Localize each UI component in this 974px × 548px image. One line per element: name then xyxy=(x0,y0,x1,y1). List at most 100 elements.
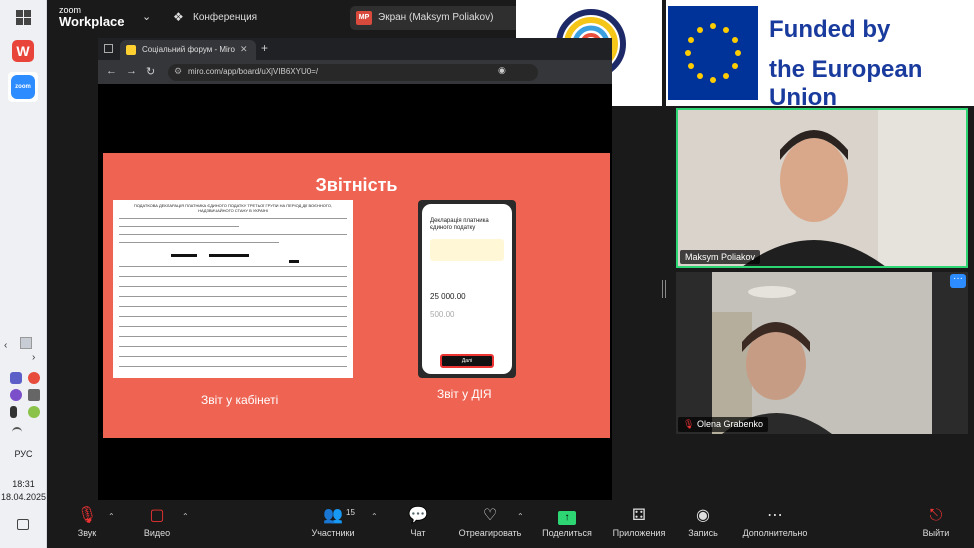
clock-time[interactable]: 18:31 xyxy=(0,479,47,489)
audio-label: Звук xyxy=(77,528,97,538)
windows-icon xyxy=(15,9,31,25)
audio-button[interactable]: 🎙 Звук xyxy=(47,506,127,538)
viber-icon[interactable] xyxy=(10,389,22,401)
participant-name: Maksym Poliakov xyxy=(680,250,761,264)
record-label: Запись xyxy=(688,528,718,538)
phone-screen: Декларація платника єдиного податку 25 0… xyxy=(422,204,512,374)
battery-icon[interactable] xyxy=(10,406,17,418)
redaction-mark xyxy=(289,260,299,263)
wps-app-button[interactable]: W xyxy=(8,36,38,66)
more-options-button[interactable]: ··· xyxy=(950,274,966,288)
browser-tab-bar: Соціальний форум - Miro ✕ + xyxy=(98,38,612,60)
video-label: Видео xyxy=(143,528,171,538)
leave-icon: ⎋ xyxy=(929,507,943,524)
doc-rule xyxy=(119,266,347,267)
participant-tile[interactable]: ··· 🎙 Olena Grabenko xyxy=(676,272,968,434)
volume-icon[interactable] xyxy=(28,389,40,401)
chat-label: Чат xyxy=(410,528,426,538)
video-options-caret[interactable]: ⌃ xyxy=(182,512,189,521)
doc-rule xyxy=(119,218,347,219)
phone-next-button: Далі xyxy=(440,354,494,368)
caption-cabinet: Звіт у кабінеті xyxy=(201,393,279,407)
doc-rule xyxy=(119,346,347,347)
teams-icon[interactable] xyxy=(10,372,22,384)
doc-rule xyxy=(119,286,347,287)
new-tab-icon[interactable]: + xyxy=(261,41,268,55)
address-bar[interactable]: ⚙ miro.com/app/board/uXjVIB6XYU0=/ xyxy=(168,64,538,81)
chevron-right-icon[interactable]: › xyxy=(32,352,35,363)
mic-muted-icon: 🎙 xyxy=(76,507,98,524)
document-title: ПОДАТКОВА ДЕКЛАРАЦІЯ ПЛАТНИКА ЄДИНОГО ПО… xyxy=(133,203,333,213)
leave-label: Выйти xyxy=(922,528,950,538)
panel-splitter[interactable] xyxy=(662,280,666,298)
participants-button[interactable]: 👥 Участники xyxy=(293,506,373,538)
redaction-mark xyxy=(209,254,249,257)
doc-rule xyxy=(119,366,347,367)
doc-rule xyxy=(119,296,347,297)
doc-rule xyxy=(119,226,239,227)
chevron-down-icon[interactable]: ⌄ xyxy=(142,10,151,23)
participant-video xyxy=(678,110,966,266)
clock-date[interactable]: 18.04.2025 xyxy=(0,492,47,502)
forward-icon[interactable]: → xyxy=(126,65,137,77)
react-button[interactable]: ♡ Отреагировать xyxy=(450,506,530,538)
doc-rule xyxy=(119,234,347,235)
view-icon[interactable]: ◉ xyxy=(498,65,506,76)
leave-button[interactable]: ⎋ Выйти xyxy=(898,506,974,538)
share-screen-icon: ↑ xyxy=(527,506,607,526)
participants-options-caret[interactable]: ⌃ xyxy=(371,512,378,521)
share-button[interactable]: ↑ Поделиться xyxy=(527,506,607,538)
close-icon[interactable]: ✕ xyxy=(240,44,248,55)
chat-icon: 💬 xyxy=(408,507,428,524)
audio-options-caret[interactable]: ⌃ xyxy=(108,512,115,521)
video-button[interactable]: ▢ Видео xyxy=(117,506,197,538)
phone-amount: 25 000.00 xyxy=(430,292,466,301)
tab-actions-icon[interactable] xyxy=(104,44,113,53)
tax-declaration-document: ПОДАТКОВА ДЕКЛАРАЦІЯ ПЛАТНИКА ЄДИНОГО ПО… xyxy=(113,200,353,378)
zoom-app-button[interactable]: zoom xyxy=(8,72,38,102)
tray-desktop-icon[interactable] xyxy=(20,337,32,349)
share-label: Поделиться xyxy=(542,528,592,538)
windows-taskbar: W zoom ‹ › РУС 18:31 18.04.2025 xyxy=(0,0,47,548)
doc-rule xyxy=(119,242,279,243)
wifi-icon[interactable] xyxy=(12,427,22,435)
language-indicator[interactable]: РУС xyxy=(0,449,47,459)
app-tray-icon[interactable] xyxy=(28,406,40,418)
participants-label: Участники xyxy=(311,528,355,538)
doc-rule xyxy=(119,356,347,357)
participant-video-frame xyxy=(712,272,932,434)
phone-amount-secondary: 500.00 xyxy=(430,310,455,319)
eu-text-line1: Funded by xyxy=(769,16,891,43)
start-button[interactable] xyxy=(8,2,38,32)
site-info-icon[interactable]: ⚙ xyxy=(174,66,182,77)
sharer-avatar: MP xyxy=(356,11,372,25)
more-icon: ⋯ xyxy=(767,507,783,524)
back-icon[interactable]: ← xyxy=(106,65,117,77)
chevron-left-icon[interactable]: ‹ xyxy=(4,340,7,351)
record-button[interactable]: ◉ Запись xyxy=(663,506,743,538)
screen-share-label: Экран (Maksym Poliakov) xyxy=(378,12,494,23)
participants-icon: 👥 xyxy=(323,507,343,524)
react-options-caret[interactable]: ⌃ xyxy=(517,512,524,521)
record-icon: ◉ xyxy=(696,507,710,524)
participant-name-text: Olena Grabenko xyxy=(696,419,763,429)
redaction-mark xyxy=(171,254,197,257)
more-button[interactable]: ⋯ Дополнительно xyxy=(735,506,815,538)
browser-tab-miro[interactable]: Соціальний форум - Miro ✕ xyxy=(120,40,256,60)
eu-funding-logo: Funded by the European Union xyxy=(666,0,974,111)
participant-tile-active[interactable]: Maksym Poliakov xyxy=(676,108,968,268)
react-label: Отреагировать xyxy=(458,528,522,538)
more-label: Дополнительно xyxy=(742,528,808,538)
chrome-icon[interactable] xyxy=(28,372,40,384)
conference-label[interactable]: Конференция xyxy=(193,12,257,23)
notifications-icon[interactable] xyxy=(17,519,29,530)
browser-nav-bar: ← → ↻ ⚙ miro.com/app/board/uXjVIB6XYU0=/… xyxy=(98,60,612,84)
zoom-brand-bottom: Workplace xyxy=(59,14,125,29)
wps-icon: W xyxy=(12,40,34,62)
reload-icon[interactable]: ↻ xyxy=(146,65,155,78)
doc-rule xyxy=(119,306,347,307)
doc-rule xyxy=(119,276,347,277)
miro-favicon-icon xyxy=(126,45,136,55)
chat-button[interactable]: 💬 Чат xyxy=(378,506,458,538)
phone-header: Декларація платника єдиного податку xyxy=(430,218,489,231)
